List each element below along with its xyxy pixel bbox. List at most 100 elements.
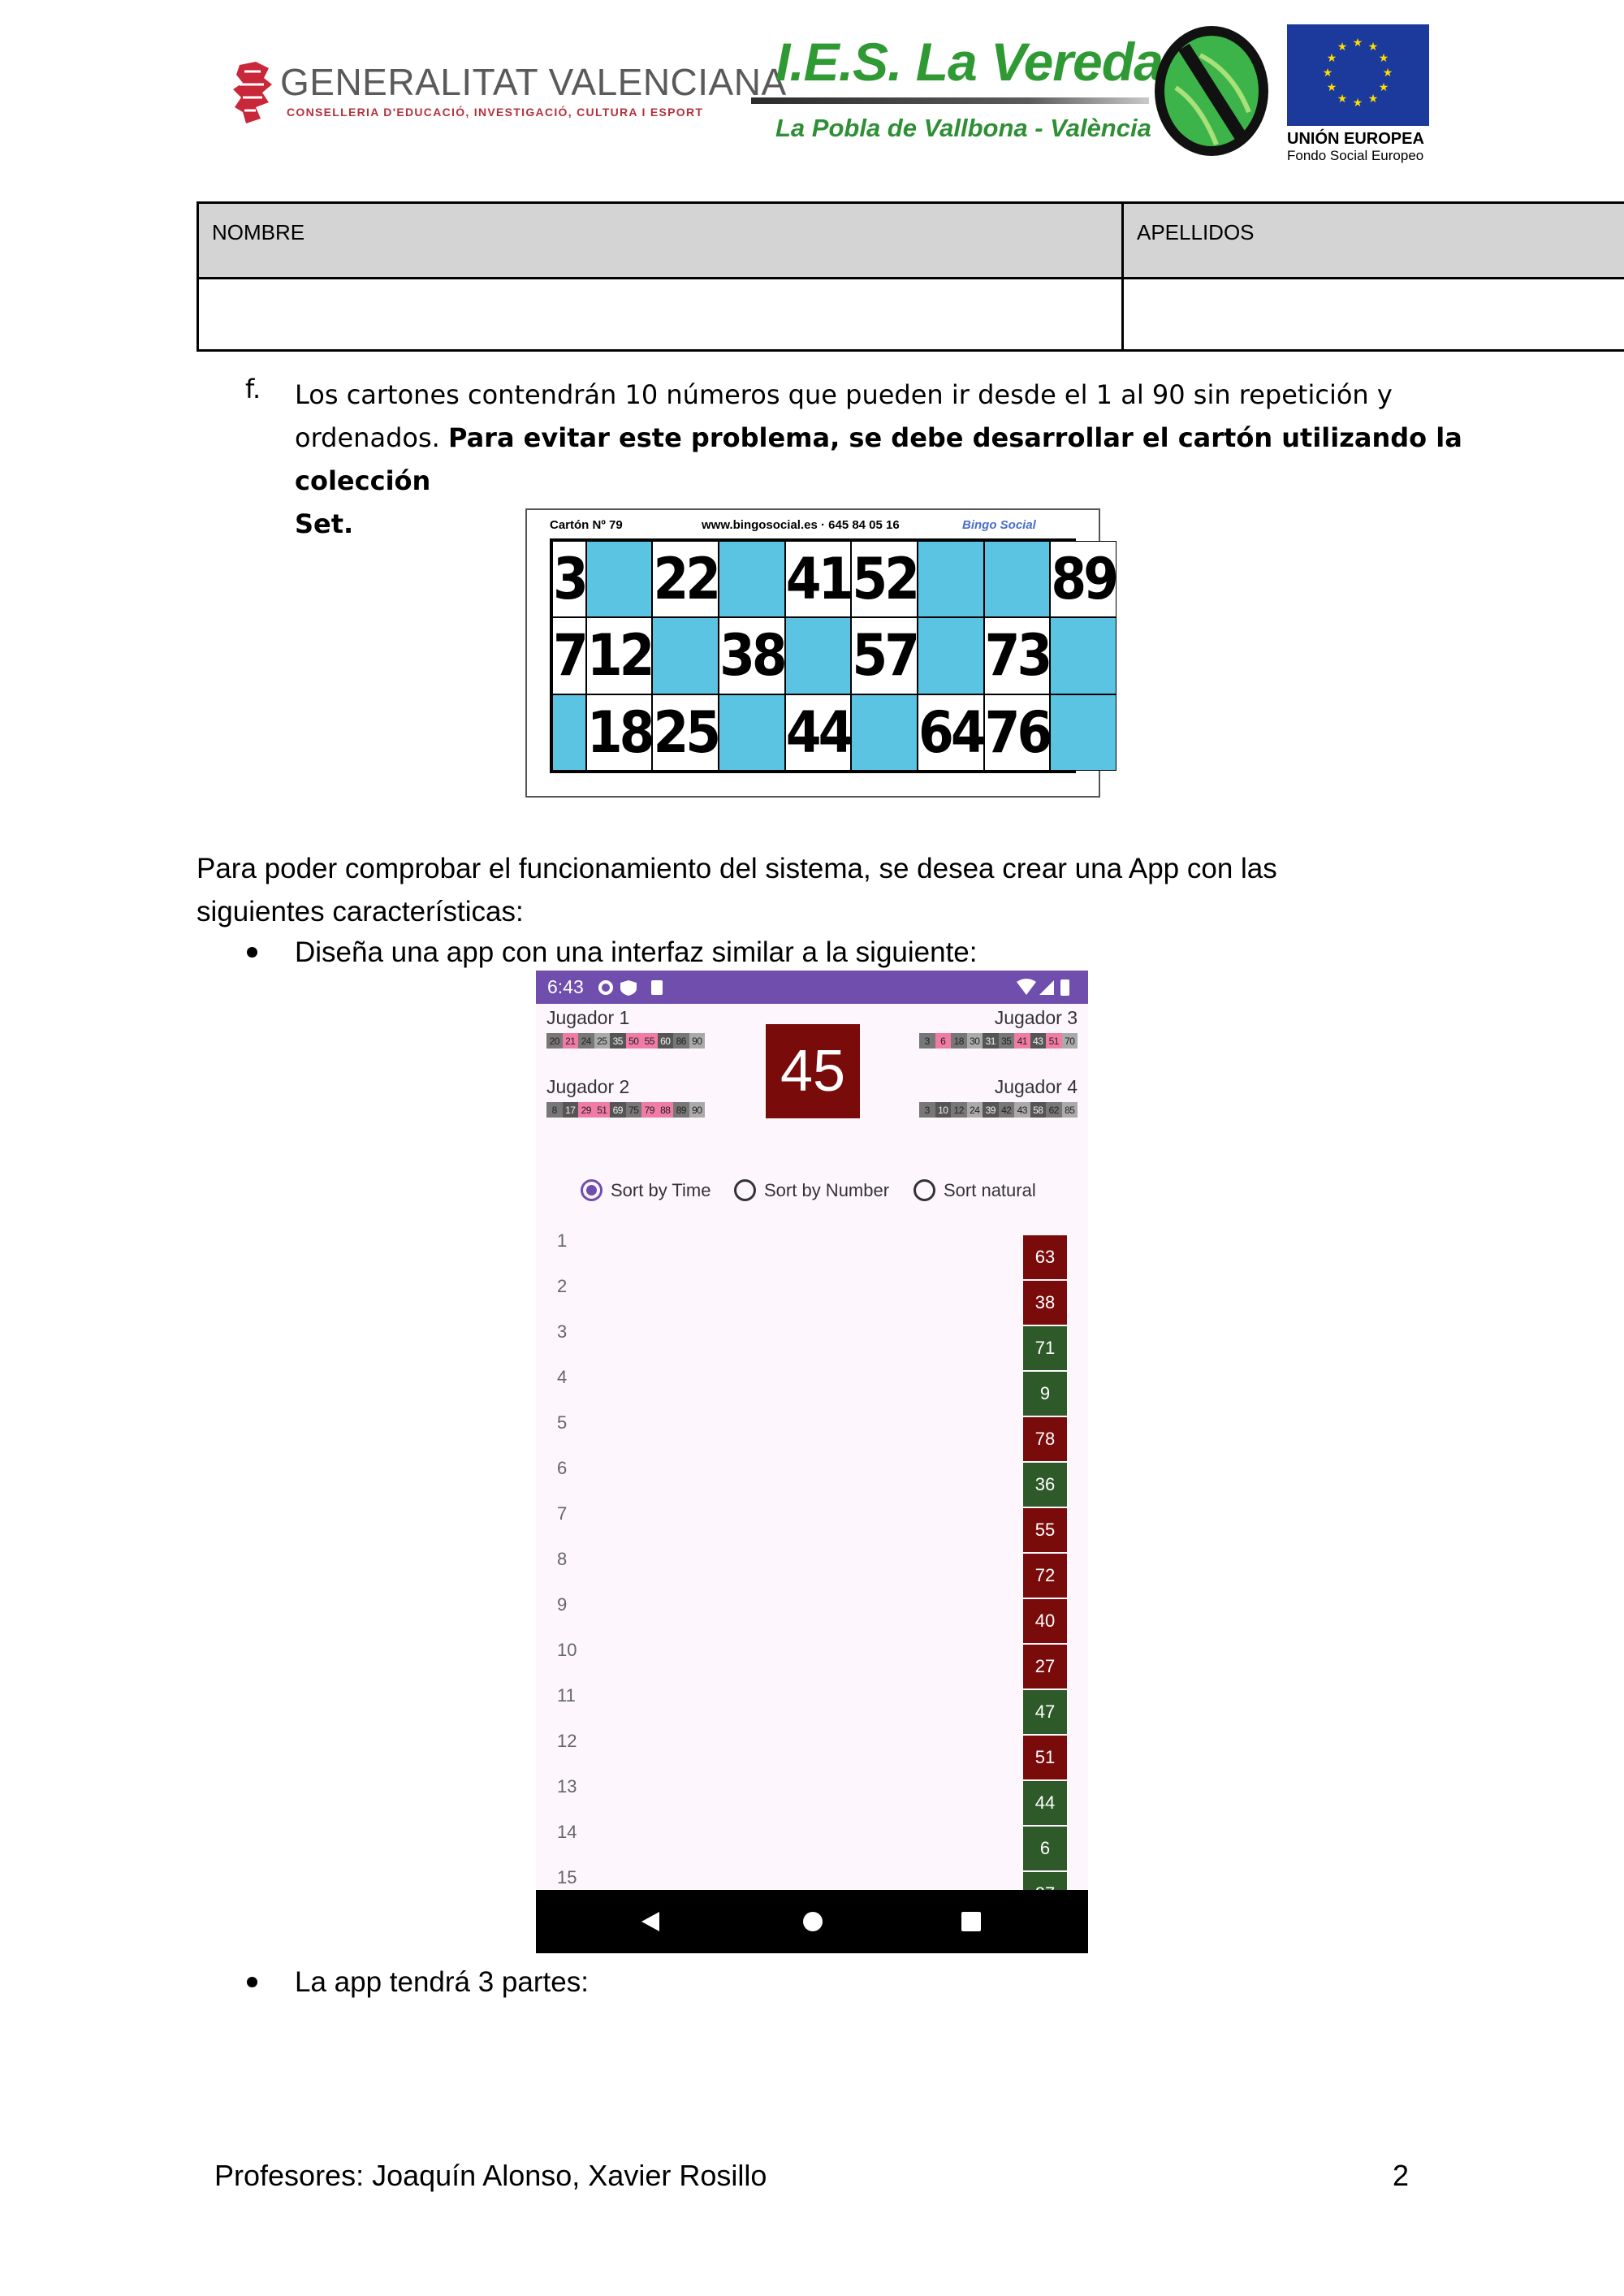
bingo-number-cell: 89 [1050,541,1119,618]
bingo-number-cell: 25 [652,694,721,771]
radio-selected-icon[interactable] [581,1179,603,1201]
player-number-chip: 51 [1046,1033,1062,1049]
ies-underline [751,97,1149,104]
radio-unselected-icon[interactable] [914,1179,935,1201]
draw-index: 13 [557,1776,577,1797]
player-number-chip: 35 [610,1033,626,1049]
sort-by-number-label: Sort by Number [764,1179,890,1200]
bullet-1-icon [247,947,257,958]
player-4-card: 3 10 12 24 39 42 43 58 62 85 [919,1102,1078,1118]
list-item[interactable]: 10 27 [536,1638,1088,1688]
drawn-number-badge: 63 [1023,1235,1067,1279]
player-number-chip: 39 [983,1102,999,1118]
player-number-chip: 79 [641,1102,658,1118]
player-number-chip: 25 [594,1033,610,1049]
draw-index: 10 [557,1640,577,1660]
list-item[interactable]: 9 40 [536,1593,1088,1643]
nombre-header: NOMBRE [197,201,1124,279]
drawn-number-badge: 27 [1023,1645,1067,1688]
list-item[interactable]: 1 63 [536,1229,1088,1279]
draw-index: 3 [557,1321,568,1342]
bullet-2-text: La app tendrá 3 partes: [295,1966,589,1998]
ies-subtitle: La Pobla de Vallbona - València [775,114,1151,142]
bingo-number-cell: 57 [851,617,920,694]
footer-teachers: Profesores: Joaquín Alonso, Xavier Rosil… [214,2159,767,2192]
sort-natural-radio[interactable]: Sort natural [914,1179,1036,1201]
list-item[interactable]: 14 6 [536,1820,1088,1870]
signal-icon [1039,980,1054,995]
player-number-chip: 70 [1061,1033,1078,1049]
back-icon[interactable] [638,1909,663,1934]
bingo-number-cell: 22 [652,541,721,618]
eu-fund-label: Fondo Social Europeo [1287,148,1424,163]
player-1-card: 20 21 24 25 35 50 55 60 86 90 [546,1033,705,1049]
list-item[interactable]: 5 78 [536,1411,1088,1461]
list-item[interactable]: 6 36 [536,1456,1088,1507]
drawn-number-badge: 40 [1023,1599,1067,1643]
player-number-chip: 24 [966,1102,983,1118]
drawn-number-badge: 72 [1023,1554,1067,1598]
player-number-chip: 85 [1061,1102,1078,1118]
svg-text:★: ★ [1327,81,1337,94]
apellidos-header: APELLIDOS [1121,201,1624,279]
home-icon[interactable] [801,1909,825,1934]
list-item[interactable]: 13 44 [536,1775,1088,1825]
player-number-chip: 60 [657,1033,673,1049]
sort-by-time-radio[interactable]: Sort by Time [581,1179,710,1201]
player-number-chip: 90 [689,1102,705,1118]
green-circle-logo-icon [1155,26,1268,156]
player-3-name: Jugador 3 [994,1007,1078,1028]
list-item[interactable]: 49 [536,1365,1088,1416]
player-number-chip: 43 [1014,1102,1030,1118]
drawn-number-badge: 38 [1023,1281,1067,1325]
bingo-number-cell: 76 [983,694,1052,771]
bingo-card-site: www.bingosocial.es · 645 84 05 16 [702,518,900,532]
generalitat-logo: GENERALITAT VALENCIANA CONSELLERIA D'EDU… [231,58,786,132]
bingo-number-cell: 64 [918,694,987,771]
list-item[interactable]: 7 55 [536,1502,1088,1552]
bingo-card-image: Cartón Nº 79 www.bingosocial.es · 645 84… [525,508,1119,798]
sort-by-number-radio[interactable]: Sort by Number [734,1179,889,1201]
item-f-line1: Los cartones contendrán 10 números que p… [295,379,1393,410]
gva-subtitle: CONSELLERIA D'EDUCACIÓ, INVESTIGACIÓ, CU… [287,106,704,119]
apellidos-field[interactable] [1121,277,1624,352]
bingo-number-cell: 3 [552,541,589,618]
draw-index: 2 [557,1276,568,1296]
player-number-chip: 90 [689,1033,705,1049]
gva-name: GENERALITAT VALENCIANA [280,61,787,103]
recents-icon[interactable] [961,1911,982,1932]
bingo-number-cell: 44 [784,694,853,771]
bingo-number-cell: 52 [851,541,920,618]
bingo-card-brand: Bingo Social [962,518,1036,532]
list-item[interactable]: 11 47 [536,1684,1088,1734]
player-2-name: Jugador 2 [546,1076,630,1097]
eu-label: UNIÓN EUROPEA [1287,130,1424,148]
intro-paragraph: Para poder comprobar el funcionamiento d… [197,847,1496,933]
draw-index: 4 [557,1367,568,1387]
player-number-chip: 35 [998,1033,1014,1049]
svg-text:★: ★ [1323,67,1333,80]
list-item[interactable]: 12 51 [536,1729,1088,1779]
svg-text:★: ★ [1368,41,1379,54]
list-item[interactable]: 2 38 [536,1274,1088,1325]
player-number-chip: 6 [935,1033,951,1049]
bingo-number-cell: 7 [552,617,589,694]
bingo-empty-cell [552,694,586,771]
bingo-card-grid: 3 22 41 52 89 7 12 38 57 73 18 25 44 64 76 [550,538,1119,773]
list-item[interactable]: 8 72 [536,1547,1088,1598]
player-number-chip: 51 [594,1102,610,1118]
battery-icon [1060,979,1069,996]
nombre-field[interactable] [197,277,1124,352]
page-number: 2 [1393,2159,1410,2192]
item-f-line2-bold: Para evitar este problema, se debe desar… [295,422,1462,496]
player-number-chip: 31 [983,1033,999,1049]
draw-index: 6 [557,1458,568,1478]
svg-text:★: ★ [1379,52,1389,65]
drawn-number-badge: 6 [1023,1827,1067,1870]
nombre-label: NOMBRE [212,220,305,244]
radio-unselected-icon[interactable] [734,1179,756,1201]
bingo-empty-cell [918,617,984,694]
draw-index: 14 [557,1822,577,1842]
list-item[interactable]: 3 71 [536,1320,1088,1370]
sort-natural-label: Sort natural [944,1179,1036,1200]
